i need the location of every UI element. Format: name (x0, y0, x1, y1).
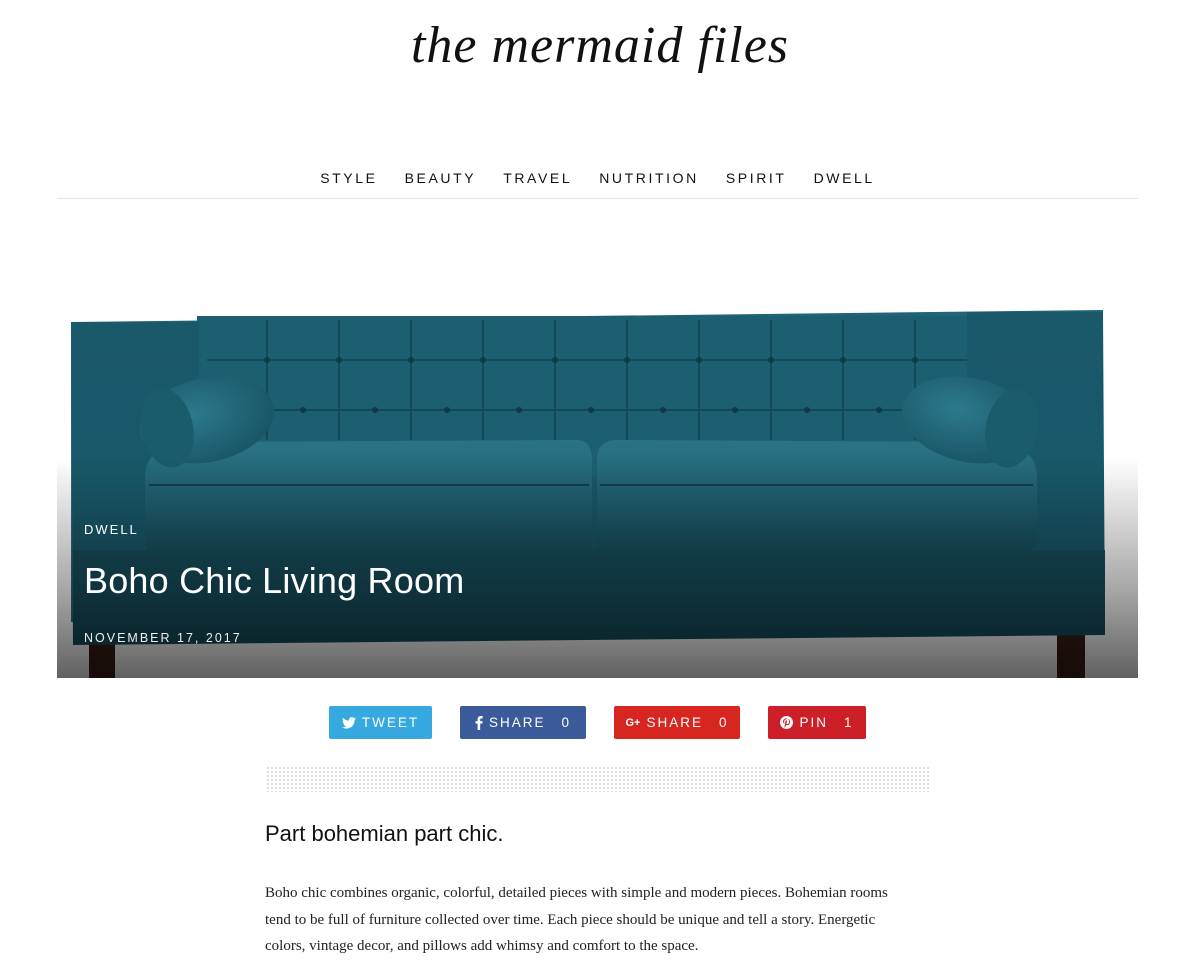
facebook-share-count: 0 (561, 715, 572, 730)
site-logo[interactable]: the mermaid files (0, 6, 1200, 86)
main-nav: STYLE BEAUTY TRAVEL NUTRITION SPIRIT DWE… (57, 166, 1138, 199)
article-paragraph: Boho chic combines organic, colorful, de… (265, 885, 888, 954)
hero-featured-post[interactable]: DWELL Boho Chic Living Room NOVEMBER 17,… (57, 300, 1138, 678)
dotted-divider (266, 766, 930, 792)
facebook-share-button[interactable]: SHARE 0 (460, 706, 586, 739)
pinterest-pin-count: 1 (844, 715, 854, 730)
nav-item-style[interactable]: STYLE (320, 166, 377, 198)
share-bar: TWEET SHARE 0 G+ SHARE 0 PIN 1 (0, 706, 1200, 739)
google-plus-share-label: SHARE (646, 715, 703, 730)
post-title[interactable]: Boho Chic Living Room (84, 560, 464, 602)
twitter-icon (341, 716, 356, 729)
tweet-label: TWEET (361, 715, 420, 730)
google-plus-icon: G+ (625, 716, 641, 729)
nav-item-travel[interactable]: TRAVEL (503, 166, 572, 198)
facebook-icon (475, 715, 483, 730)
pinterest-pin-button[interactable]: PIN 1 (768, 706, 866, 739)
pinterest-pin-label: PIN (799, 715, 828, 730)
post-date: NOVEMBER 17, 2017 (84, 631, 242, 645)
tweet-button[interactable]: TWEET (329, 706, 432, 739)
google-plus-share-button[interactable]: G+ SHARE 0 (614, 706, 740, 739)
nav-item-nutrition[interactable]: NUTRITION (599, 166, 699, 198)
nav-item-dwell[interactable]: DWELL (814, 166, 875, 198)
nav-item-beauty[interactable]: BEAUTY (405, 166, 477, 198)
post-category[interactable]: DWELL (84, 522, 139, 537)
nav-item-spirit[interactable]: SPIRIT (726, 166, 787, 198)
google-plus-share-count: 0 (718, 715, 729, 730)
facebook-share-label: SHARE (488, 715, 546, 730)
article-lead: Part bohemian part chic. (265, 821, 504, 846)
pinterest-icon (780, 716, 794, 729)
